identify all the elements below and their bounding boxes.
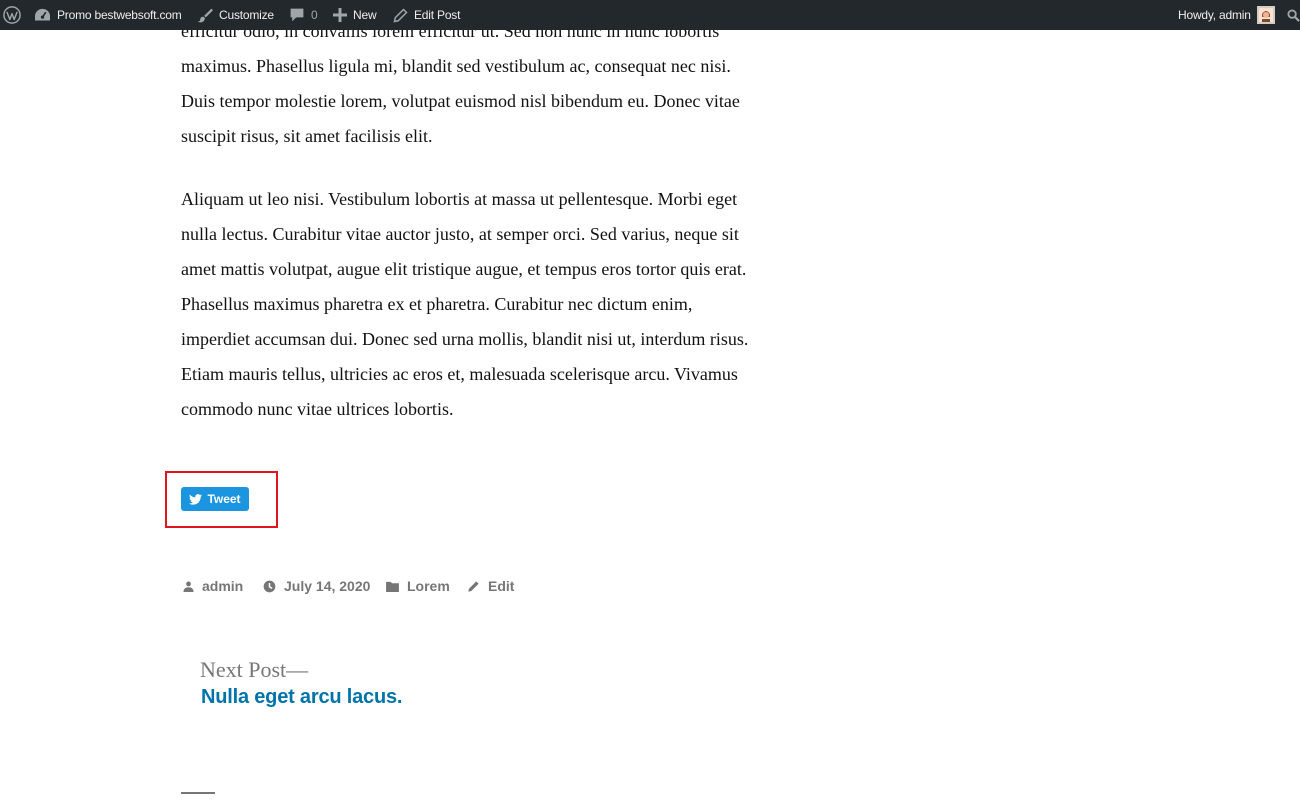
next-post-link[interactable]: Nulla eget arcu lacus.: [201, 686, 402, 709]
paragraph-line: maximus. Phasellus ligula mi, blandit se…: [181, 56, 731, 76]
comment-icon: [290, 8, 304, 22]
comments-menu[interactable]: 0: [289, 0, 318, 30]
paragraph-line: Duis tempor molestie lorem, volutpat eui…: [181, 91, 740, 111]
paragraph-line: Etiam mauris tellus, ultricies ac eros e…: [181, 364, 738, 384]
pencil-icon: [393, 7, 408, 22]
tweet-label: Tweet: [207, 492, 241, 506]
post-author[interactable]: admin: [183, 576, 243, 596]
paragraph-line: commodo nunc vitae ultrices lobortis.: [181, 399, 454, 419]
site-name-label: Promo bestwebsoft.com: [57, 8, 182, 22]
clock-icon: [263, 580, 276, 592]
dashboard-icon: [35, 8, 50, 20]
paragraph-line: Phasellus maximus pharetra ex et pharetr…: [181, 294, 693, 314]
tweet-button[interactable]: Tweet: [181, 487, 249, 511]
new-label: New: [353, 8, 377, 22]
article-paragraph-2: Aliquam ut leo nisi. Vestibulum lobortis…: [181, 182, 821, 427]
comments-count: 0: [311, 8, 318, 22]
paragraph-line: suscipit risus, sit amet facilisis elit.: [181, 126, 433, 146]
edit-pencil-icon: [468, 580, 479, 592]
paragraph-line: nulla lectus. Curabitur vitae auctor jus…: [181, 224, 739, 244]
post-category[interactable]: Lorem: [386, 576, 450, 596]
section-divider: [181, 792, 215, 794]
edit-post-label: Edit Post: [414, 8, 461, 22]
paragraph-line: imperdiet accumsan dui. Donec sed urna m…: [181, 329, 749, 349]
account-menu[interactable]: Howdy, admin: [1178, 0, 1275, 30]
brush-icon: [197, 8, 213, 23]
edit-link[interactable]: Edit: [488, 578, 514, 594]
new-menu[interactable]: New: [333, 0, 377, 30]
next-post-label: Next Post—: [200, 657, 309, 682]
admin-bar: Promo bestwebsoft.com Customize 0 New Ed…: [0, 0, 1300, 30]
customize-menu[interactable]: Customize: [197, 0, 274, 30]
paragraph-line: Aliquam ut leo nisi. Vestibulum lobortis…: [181, 189, 738, 209]
wordpress-logo-icon[interactable]: [3, 0, 21, 30]
avatar: [1256, 6, 1275, 24]
paragraph-line: amet mattis volutpat, augue elit tristiq…: [181, 259, 747, 279]
person-icon: [183, 581, 194, 592]
category-link[interactable]: Lorem: [407, 578, 450, 594]
article-paragraph-1: efficitur odio, in convallis lorem effic…: [181, 14, 821, 154]
post-date[interactable]: July 14, 2020: [263, 576, 370, 596]
twitter-bird-icon: [189, 493, 203, 505]
post-edit[interactable]: Edit: [467, 576, 514, 596]
edit-post-menu[interactable]: Edit Post: [393, 0, 460, 30]
author-link[interactable]: admin: [202, 578, 243, 594]
customize-label: Customize: [219, 8, 274, 22]
greeting-label: Howdy, admin: [1178, 8, 1251, 22]
search-icon[interactable]: [1287, 0, 1300, 30]
date-link[interactable]: July 14, 2020: [284, 578, 370, 594]
avatar-face-icon: [1258, 8, 1273, 22]
site-name-menu[interactable]: Promo bestwebsoft.com: [34, 0, 182, 30]
folder-icon: [386, 581, 399, 592]
plus-icon: [333, 8, 347, 22]
